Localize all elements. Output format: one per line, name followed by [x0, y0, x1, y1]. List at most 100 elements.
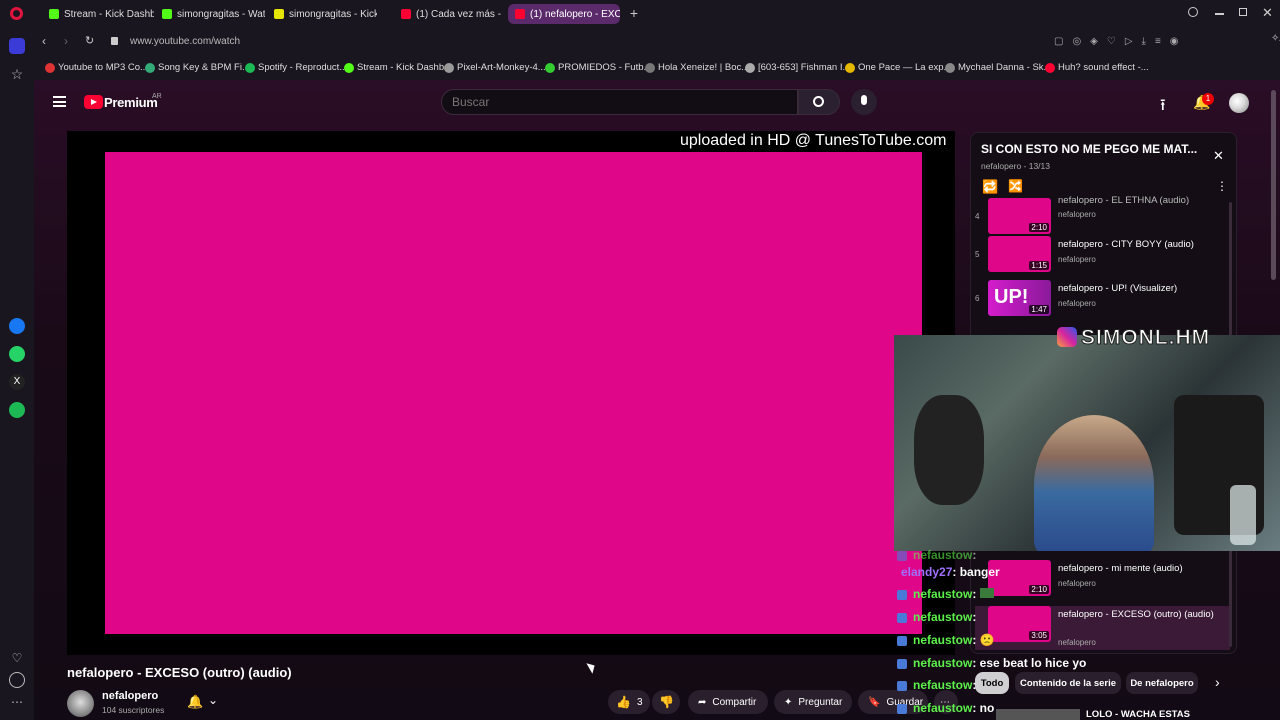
channel-name[interactable]: nefalopero — [102, 690, 158, 702]
tab-kick-dashboard[interactable]: Stream - Kick Dashbo — [42, 4, 154, 24]
search-icon — [813, 96, 824, 107]
playlist-item[interactable]: 5 1:15 nefalopero - CITY BOYY (audio) nefal… — [975, 236, 1230, 280]
subscriber-count: 104 suscriptores — [102, 705, 165, 715]
kick-badge-icon — [897, 635, 907, 646]
maximize-button[interactable] — [1239, 8, 1247, 16]
chat-message: elandy27: banger — [901, 565, 1000, 579]
home-icon[interactable] — [9, 38, 25, 54]
search-button[interactable] — [798, 89, 840, 115]
bookmark-icon — [745, 63, 755, 73]
bookmark-one-pace[interactable]: One Pace — La exp... — [845, 62, 951, 73]
playlist-subtitle: nefalopero - 13/13 — [981, 161, 1050, 171]
new-tab-button[interactable]: + — [627, 6, 641, 20]
close-window-button[interactable]: ✕ — [1262, 5, 1273, 21]
dislike-button[interactable]: 👎 — [652, 690, 680, 714]
search-box — [441, 89, 798, 115]
x-icon[interactable]: X — [9, 374, 25, 390]
heart-icon[interactable]: ♡ — [9, 650, 25, 666]
opera-logo-icon[interactable] — [10, 7, 23, 20]
bookmark-pixel-art[interactable]: Pixel-Art-Monkey-4... — [444, 62, 546, 73]
star-icon[interactable]: ☆ — [9, 66, 25, 82]
video-overlay-text: uploaded in HD @ TunesToTube.com — [680, 132, 947, 149]
menu-icon[interactable] — [53, 96, 66, 107]
voice-search-button[interactable] — [851, 89, 877, 115]
chat-message: nefaustow: — [897, 548, 976, 562]
bookmark-spotify[interactable]: Spotify - Reproduct... — [245, 62, 347, 73]
like-button[interactable]: 👍 3 — [608, 690, 650, 714]
channel-avatar[interactable] — [67, 690, 94, 717]
bookmark-kick-dashboard[interactable]: Stream - Kick Dashb... — [344, 62, 452, 73]
upload-icon[interactable]: ⭱ — [1160, 94, 1166, 121]
chat-message: nefaustow: no — [897, 701, 994, 715]
lock-icon — [111, 37, 118, 45]
tab-youtube-active[interactable]: (1) nefalopero - EXCE — [508, 4, 620, 24]
loop-icon[interactable]: 🔁 — [982, 179, 998, 195]
youtube-premium-label[interactable]: Premium — [104, 95, 158, 110]
playlist-menu-icon[interactable]: ⋮ — [1216, 179, 1228, 193]
chat-message: nefaustow: — [897, 678, 976, 692]
upnext-title[interactable]: LOLO - WACHA ESTAS — [1086, 709, 1190, 720]
video-thumbnail: 2:10 — [988, 198, 1051, 234]
kick-badge-icon — [897, 680, 907, 691]
more-icon[interactable]: ⋯ — [9, 694, 25, 710]
bookmark-icon — [245, 63, 255, 73]
playlist-title[interactable]: SI CON ESTO NO ME PEGO ME MAT... — [981, 142, 1197, 156]
share-button[interactable]: ➦ Compartir — [688, 690, 768, 714]
tab-simongragitas-watch[interactable]: simongragitas - Watch th — [155, 4, 265, 24]
chevron-right-icon[interactable]: › — [1215, 674, 1220, 690]
bookmark-huh-sound[interactable]: Huh? sound effect -... — [1045, 62, 1149, 73]
browser-toolbar-icons[interactable]: ▢◎◈♡▷⤓≡◉ — [1054, 36, 1214, 48]
bookmark-icon — [45, 63, 55, 73]
bell-icon[interactable]: 🔔 — [187, 694, 203, 710]
webcam-overlay — [894, 335, 1280, 551]
video-thumbnail: 1:15 — [988, 236, 1051, 272]
kick-badge-icon — [897, 589, 907, 600]
search-input[interactable] — [442, 90, 797, 114]
history-icon[interactable] — [9, 672, 25, 688]
ask-button[interactable]: ✦ Preguntar — [774, 690, 852, 714]
bookmark-fishman[interactable]: [603-653] Fishman I... — [745, 62, 850, 73]
bottle-object — [1230, 485, 1256, 545]
tab-youtube-cada-vez[interactable]: (1) Cada vez más - YouTu — [394, 4, 504, 24]
tab-kickbot[interactable]: simongragitas - KickBot — [267, 4, 377, 24]
avatar[interactable] — [1229, 93, 1249, 113]
bookmark-youtube-mp3[interactable]: Youtube to MP3 Co... — [45, 62, 148, 73]
video-thumbnail: UP! 1:47 — [988, 280, 1051, 316]
aria-ai-button[interactable]: ✧AI — [1259, 33, 1280, 44]
close-playlist-button[interactable]: ✕ — [1213, 148, 1224, 164]
youtube-logo-icon[interactable] — [84, 95, 103, 109]
instagram-icon — [1057, 327, 1077, 347]
kick-badge-icon — [897, 612, 907, 623]
fan-object — [914, 395, 984, 505]
chip-series-content[interactable]: Contenido de la serie — [1015, 672, 1121, 694]
chat-message: nefaustow: — [897, 610, 976, 624]
microphone-icon — [861, 95, 867, 105]
thumbnail-up-text: UP! — [994, 286, 1029, 308]
bookmark-song-key[interactable]: Song Key & BPM Fi... — [145, 62, 250, 73]
page-scrollbar[interactable] — [1271, 90, 1276, 280]
browser-sidebar: ☆ X ♡ ⋯ — [0, 28, 34, 720]
bookmark-promiedos[interactable]: PROMIEDOS - Futb... — [545, 62, 651, 73]
video-title: nefalopero - EXCESO (outro) (audio) — [67, 665, 292, 680]
video-frame — [105, 152, 922, 634]
thumbs-down-icon: 👎 — [659, 695, 674, 709]
bookmark-icon — [545, 63, 555, 73]
back-icon[interactable]: ‹ — [42, 34, 46, 48]
minimize-button[interactable] — [1215, 13, 1224, 15]
upnext-thumbnail[interactable] — [996, 709, 1080, 720]
chip-all[interactable]: Todo — [975, 672, 1009, 694]
bookmark-mychael-danna[interactable]: Mychael Danna - Sk... — [945, 62, 1051, 73]
chevron-down-icon[interactable]: ⌄ — [208, 693, 218, 707]
shuffle-icon[interactable]: 🔀 — [1008, 179, 1023, 193]
playlist-item[interactable]: 6 UP! 1:47 nefalopero - UP! (Visualizer) nef… — [975, 280, 1230, 324]
whatsapp-icon[interactable] — [9, 346, 25, 362]
bookmark-boca[interactable]: Hola Xeneize! | Boc... — [645, 62, 749, 73]
url-field[interactable]: www.youtube.com/watch — [130, 36, 240, 47]
chip-from-channel[interactable]: De nefalopero — [1126, 672, 1198, 694]
messenger-icon[interactable] — [9, 318, 25, 334]
forward-icon[interactable]: › — [64, 34, 68, 48]
reload-icon[interactable]: ↻ — [85, 34, 94, 47]
share-icon: ➦ — [698, 696, 707, 708]
spotify-icon[interactable] — [9, 402, 25, 418]
tab-search-icon[interactable] — [1188, 7, 1198, 17]
